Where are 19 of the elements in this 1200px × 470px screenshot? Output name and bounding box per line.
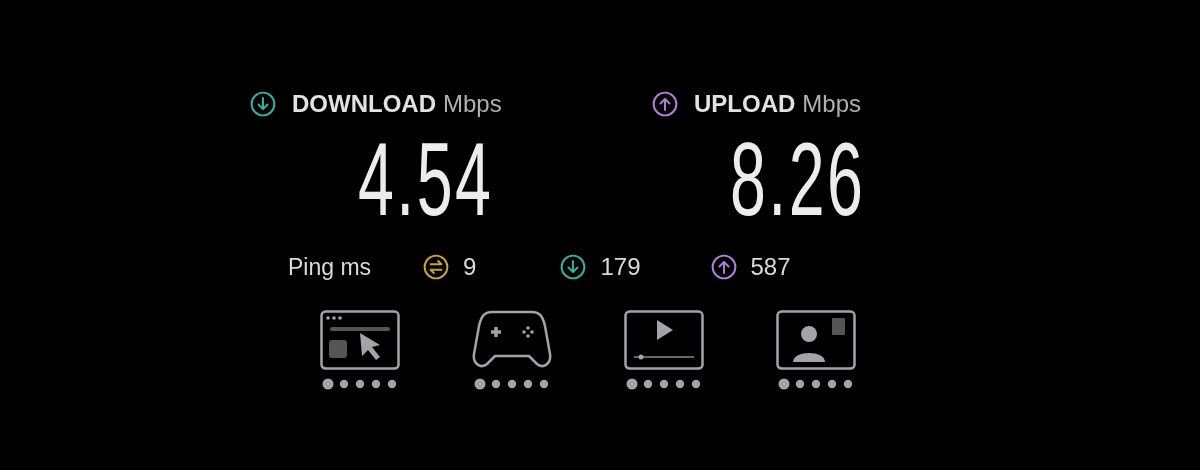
unit-label: Mbps — [443, 90, 502, 118]
video-call-icon — [776, 310, 856, 370]
ping-label: Ping ms — [288, 253, 372, 281]
ping-value: 179 — [600, 253, 641, 281]
browser-cursor-icon — [320, 310, 400, 370]
unit-label: Mbps — [802, 90, 862, 118]
download-icon — [560, 254, 587, 280]
result-label: DOWNLOAD — [292, 90, 436, 118]
upload-icon — [710, 254, 737, 280]
video-player-icon — [624, 310, 704, 370]
swap-arrows-icon — [423, 254, 450, 280]
speed-value: 4.54 — [358, 120, 494, 238]
download-icon — [250, 91, 276, 117]
gamepad-icon — [472, 310, 552, 370]
speed-value: 8.26 — [730, 120, 866, 238]
result-label: UPLOAD — [694, 90, 796, 118]
ping-value: 587 — [750, 253, 791, 281]
ping-value: 9 — [463, 253, 477, 281]
upload-icon — [652, 91, 678, 117]
